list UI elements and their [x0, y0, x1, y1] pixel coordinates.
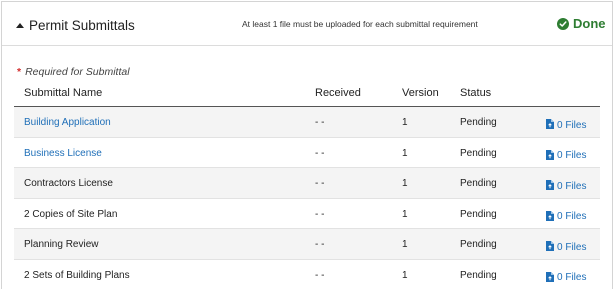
caret-up-icon	[16, 22, 24, 28]
received-value: - -	[315, 147, 325, 159]
file-upload-icon	[546, 177, 554, 195]
received-value: - -	[315, 117, 325, 128]
files-link[interactable]: 0 Files	[546, 147, 586, 165]
column-header-status: Status	[460, 87, 492, 99]
file-upload-icon	[546, 116, 554, 134]
table-row: 2 Sets of Building Plans - - 1 Pending 0 Fil…	[14, 260, 600, 290]
files-count: 0 Files	[557, 211, 587, 222]
table-row: Building Application - - 1 Pending 0 Files	[14, 107, 600, 138]
version-value: 1	[402, 147, 408, 159]
file-upload-icon	[546, 147, 554, 165]
file-upload-icon	[546, 208, 554, 226]
received-value: - -	[315, 208, 325, 220]
status-value: Pending	[460, 239, 497, 250]
received-value: - -	[315, 178, 325, 189]
received-value: - -	[315, 269, 325, 281]
column-header-version: Version	[402, 87, 439, 99]
required-star: *	[17, 66, 22, 78]
table-row: Business License - - 1 Pending 0 Files	[14, 138, 600, 168]
done-label: Done	[573, 16, 606, 31]
files-count: 0 Files	[557, 150, 587, 161]
version-value: 1	[402, 178, 408, 189]
table-row: Planning Review - - 1 Pending 0 Files	[14, 229, 600, 260]
status-value: Pending	[460, 117, 497, 128]
submittal-name-link[interactable]: Business License	[24, 148, 102, 159]
file-upload-icon	[546, 269, 554, 287]
collapse-toggle[interactable]: Permit Submittals	[16, 16, 135, 34]
files-link[interactable]: 0 Files	[546, 177, 586, 195]
permit-submittals-panel: Permit Submittals At least 1 file must b…	[1, 1, 613, 289]
submittal-name: 2 Copies of Site Plan	[24, 208, 118, 220]
version-value: 1	[402, 239, 408, 250]
files-count: 0 Files	[557, 241, 587, 253]
table-row: 2 Copies of Site Plan - - 1 Pending 0 Files	[14, 199, 600, 229]
column-header-received: Received	[315, 87, 361, 99]
submittals-table: Submittal Name Received Version Status B…	[14, 81, 600, 289]
status-value: Pending	[460, 208, 497, 220]
panel-title: Permit Submittals	[29, 17, 135, 33]
submittal-name-link[interactable]: Building Application	[24, 117, 111, 128]
submittal-name: Contractors License	[24, 178, 113, 189]
required-legend: * Required for Submittal	[17, 66, 130, 78]
requirement-note: At least 1 file must be uploaded for eac…	[242, 19, 478, 29]
status-value: Pending	[460, 269, 497, 281]
column-header-name: Submittal Name	[24, 87, 103, 99]
table-row: Contractors License - - 1 Pending 0 Files	[14, 168, 600, 199]
table-header: Submittal Name Received Version Status	[14, 81, 600, 107]
status-value: Pending	[460, 178, 497, 189]
files-count: 0 Files	[557, 119, 587, 131]
file-upload-icon	[546, 238, 554, 256]
version-value: 1	[402, 208, 408, 220]
check-circle-icon	[557, 17, 569, 30]
received-value: - -	[315, 239, 325, 250]
submittal-name: Planning Review	[24, 239, 99, 250]
files-link[interactable]: 0 Files	[546, 116, 586, 134]
version-value: 1	[402, 269, 408, 281]
status-value: Pending	[460, 147, 497, 159]
files-link[interactable]: 0 Files	[546, 208, 586, 226]
files-count: 0 Files	[557, 272, 587, 283]
table-body: Building Application - -1 Pending 0 Files Bu…	[14, 107, 600, 289]
version-value: 1	[402, 117, 408, 128]
files-count: 0 Files	[557, 180, 587, 192]
submittal-name: 2 Sets of Building Plans	[24, 269, 130, 281]
panel-header: Permit Submittals At least 1 file must b…	[2, 2, 612, 46]
required-legend-text: Required for Submittal	[25, 66, 130, 78]
done-status: Done	[557, 16, 606, 31]
files-link[interactable]: 0 Files	[546, 269, 586, 287]
files-link[interactable]: 0 Files	[546, 238, 586, 256]
